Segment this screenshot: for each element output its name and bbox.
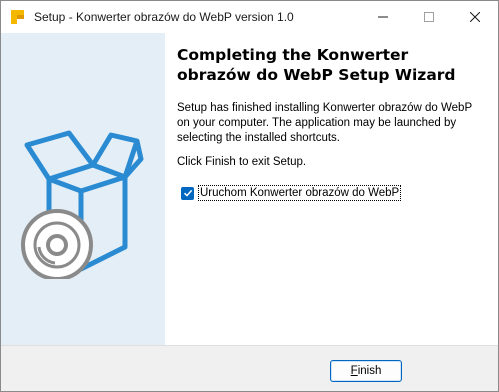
minimize-icon[interactable]	[360, 1, 406, 33]
wizard-footer: Finish	[1, 345, 498, 391]
checkmark-icon	[183, 189, 192, 197]
setup-icon	[9, 8, 27, 26]
finish-button-accelerator: F	[350, 365, 358, 377]
launch-app-checkbox-row[interactable]: Uruchom Konwerter obrazów do WebP	[181, 185, 402, 201]
box-with-disc-icon	[19, 129, 149, 281]
maximize-icon[interactable]	[406, 1, 452, 33]
wizard-content: Completing the Konwerter obrazów do WebP…	[1, 33, 498, 345]
launch-app-checkbox-label[interactable]: Uruchom Konwerter obrazów do WebP	[198, 185, 402, 201]
finish-button[interactable]: Finish	[330, 360, 402, 382]
completion-message: Setup has finished installing Konwerter …	[177, 102, 472, 144]
finish-hint: Click Finish to exit Setup.	[177, 156, 307, 168]
launch-app-checkbox[interactable]	[181, 186, 194, 200]
window-title: Setup - Konwerter obrazów do WebP versio…	[34, 10, 294, 24]
title-bar[interactable]: Setup - Konwerter obrazów do WebP versio…	[1, 1, 498, 33]
page-title: Completing the Konwerter obrazów do WebP…	[177, 46, 456, 84]
wizard-side-panel	[1, 33, 165, 345]
setup-wizard-window: Setup - Konwerter obrazów do WebP versio…	[0, 0, 499, 392]
finish-button-label: inish	[357, 365, 382, 377]
close-icon[interactable]	[452, 1, 498, 33]
